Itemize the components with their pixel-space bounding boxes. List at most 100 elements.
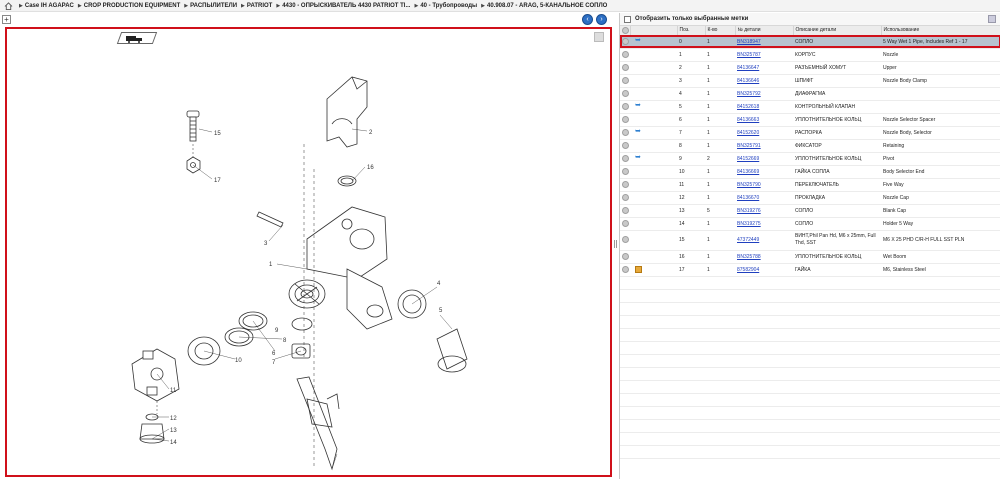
row-radio-icon[interactable] — [622, 51, 629, 58]
cell-part-number[interactable]: 84152620 — [735, 126, 793, 140]
header-part-number[interactable]: № детали — [735, 26, 794, 36]
header-usage[interactable]: Использование — [881, 26, 1000, 36]
part-lower-bracket[interactable] — [296, 376, 340, 471]
table-row[interactable]: 1 1 BN325787 КОРПУС Nozzle — [620, 48, 1000, 62]
table-row[interactable]: ➥ 7 1 84152620 РАСПОРКА Nozzle Body, Selector — [620, 126, 1000, 140]
arrow-icon[interactable]: ➥ — [635, 154, 643, 161]
show-selected-checkbox[interactable] — [624, 15, 631, 23]
arrow-icon[interactable]: ➥ — [635, 128, 643, 135]
table-row[interactable]: 11 1 BN325790 ПЕРЕКЛЮЧАТЕЛЬ Five Way — [620, 178, 1000, 192]
cell-part-number[interactable]: BN319276 — [735, 204, 793, 218]
select-all-icon[interactable] — [622, 26, 629, 34]
row-radio-icon[interactable] — [622, 194, 629, 201]
arrow-icon[interactable]: ➥ — [635, 102, 643, 109]
row-select-cell[interactable] — [620, 204, 630, 218]
table-row[interactable]: 3 1 84136646 ШПИФТ Nozzle Body Clamp — [620, 74, 1000, 88]
breadcrumb-item[interactable]: CROP PRODUCTION EQUIPMENT — [84, 3, 181, 9]
home-icon[interactable] — [4, 1, 13, 10]
table-row[interactable]: 10 1 84136669 ГАЙКА СОПЛА Body Selector End — [620, 165, 1000, 179]
table-row[interactable]: 12 1 84136670 ПРОКЛАДКА Nozzle Cap — [620, 191, 1000, 205]
row-select-cell[interactable] — [620, 126, 630, 140]
part-nut[interactable] — [186, 156, 201, 174]
table-row[interactable]: 6 1 84136663 УПЛОТНИТЕЛЬНОЕ КОЛЬЦ Nozzle Sel… — [620, 113, 1000, 127]
row-radio-icon[interactable] — [622, 142, 629, 149]
row-select-cell[interactable] — [620, 48, 630, 62]
row-select-cell[interactable] — [620, 250, 630, 264]
cell-part-number[interactable]: 84136670 — [735, 191, 793, 205]
breadcrumb-item[interactable]: Case IH AGAPAC — [25, 3, 74, 9]
cell-part-number[interactable]: 84136647 — [735, 61, 793, 75]
table-row[interactable]: 13 5 BN319276 СОПЛО Blank Cap — [620, 204, 1000, 218]
row-radio-icon[interactable] — [622, 116, 629, 123]
cell-part-number[interactable]: BN318947 — [735, 35, 793, 49]
parts-diagram[interactable]: 15 17 2 16 3 1 4 5 6 7 8 9 10 11 12 13 1… — [5, 27, 612, 477]
part-retaining-ring[interactable] — [291, 317, 313, 331]
row-select-cell[interactable] — [620, 217, 630, 231]
row-radio-icon[interactable] — [622, 129, 629, 136]
cell-part-number[interactable]: 84136646 — [735, 74, 793, 88]
row-select-cell[interactable] — [620, 152, 630, 166]
part-cap-cone[interactable] — [436, 328, 468, 373]
cell-part-number[interactable]: 84136669 — [735, 165, 793, 179]
header-pos[interactable]: Поз. — [677, 26, 706, 36]
cell-part-number[interactable]: BN325791 — [735, 139, 793, 153]
previous-button[interactable]: ‹ — [582, 14, 593, 25]
row-select-cell[interactable] — [620, 35, 630, 49]
row-select-cell[interactable] — [620, 230, 630, 251]
table-row[interactable]: ➥ 0 1 BN318947 СОПЛО 5 Way Wet 1 Pipe, Includ… — [620, 35, 1000, 49]
row-radio-icon[interactable] — [622, 155, 629, 162]
row-select-cell[interactable] — [620, 178, 630, 192]
table-row[interactable]: 14 1 BN319275 СОПЛО Holder 5 Way — [620, 217, 1000, 231]
table-row[interactable]: ➥ 9 2 84152669 УПЛОТНИТЕЛЬНОЕ КОЛЬЦ Pivot — [620, 152, 1000, 166]
cell-part-number[interactable]: 84136663 — [735, 113, 793, 127]
cell-part-number[interactable]: 87582904 — [735, 263, 793, 277]
row-radio-icon[interactable] — [622, 207, 629, 214]
next-button[interactable]: › — [596, 14, 607, 25]
breadcrumb-item[interactable]: РАСПЫЛИТЕЛИ — [190, 3, 237, 9]
cell-part-number[interactable]: BN325788 — [735, 250, 793, 264]
row-radio-icon[interactable] — [622, 90, 629, 97]
row-radio-icon[interactable] — [622, 181, 629, 188]
part-screw[interactable] — [186, 110, 200, 142]
arrow-icon[interactable]: ➥ — [635, 37, 643, 44]
row-select-cell[interactable] — [620, 113, 630, 127]
header-qty[interactable]: К-во — [705, 26, 736, 36]
row-radio-icon[interactable] — [622, 253, 629, 260]
row-select-cell[interactable] — [620, 61, 630, 75]
row-select-cell[interactable] — [620, 165, 630, 179]
header-select[interactable] — [620, 26, 631, 36]
table-row[interactable]: 8 1 BN325791 ФИКСАТОР Retaining — [620, 139, 1000, 153]
cell-part-number[interactable]: BN319275 — [735, 217, 793, 231]
row-radio-icon[interactable] — [622, 168, 629, 175]
box-icon[interactable] — [635, 266, 642, 273]
panel-splitter[interactable] — [614, 240, 617, 248]
cell-part-number[interactable]: 84152669 — [735, 152, 793, 166]
part-pin[interactable] — [256, 211, 284, 228]
part-nozzle-body[interactable] — [306, 206, 393, 330]
row-radio-icon[interactable] — [622, 236, 629, 244]
breadcrumb-item[interactable]: 40.908.07 - ARAG, 5-КАНАЛЬНОЕ СОПЛО — [487, 3, 607, 9]
row-radio-icon[interactable] — [622, 220, 629, 227]
part-diaphragm[interactable] — [288, 279, 326, 309]
cell-part-number[interactable]: BN325787 — [735, 48, 793, 62]
row-radio-icon[interactable] — [622, 103, 629, 110]
row-select-cell[interactable] — [620, 139, 630, 153]
row-radio-icon[interactable] — [622, 64, 629, 71]
row-select-cell[interactable] — [620, 87, 630, 101]
row-select-cell[interactable] — [620, 263, 630, 277]
cell-part-number[interactable]: 84152618 — [735, 100, 793, 114]
row-select-cell[interactable] — [620, 100, 630, 114]
breadcrumb-item[interactable]: PATRIOT — [247, 3, 272, 9]
cell-part-number[interactable]: BN325790 — [735, 178, 793, 192]
part-upper-clamp[interactable] — [326, 76, 368, 148]
row-radio-icon[interactable] — [622, 38, 629, 45]
table-row[interactable]: 2 1 84136647 РАЗЪЕМНЫЙ ХОМУТ Upper — [620, 61, 1000, 75]
table-row[interactable]: 16 1 BN325788 УПЛОТНИТЕЛЬНОЕ КОЛЬЦ Wet Boom — [620, 250, 1000, 264]
row-select-cell[interactable] — [620, 191, 630, 205]
breadcrumb-item[interactable]: 40 - Трубопроводы — [420, 3, 477, 9]
row-radio-icon[interactable] — [622, 266, 629, 273]
expand-button[interactable]: + — [2, 15, 11, 24]
row-select-cell[interactable] — [620, 74, 630, 88]
table-row[interactable]: 4 1 BN325792 ДИАФРАГМА — [620, 87, 1000, 101]
print-icon[interactable] — [988, 15, 996, 23]
